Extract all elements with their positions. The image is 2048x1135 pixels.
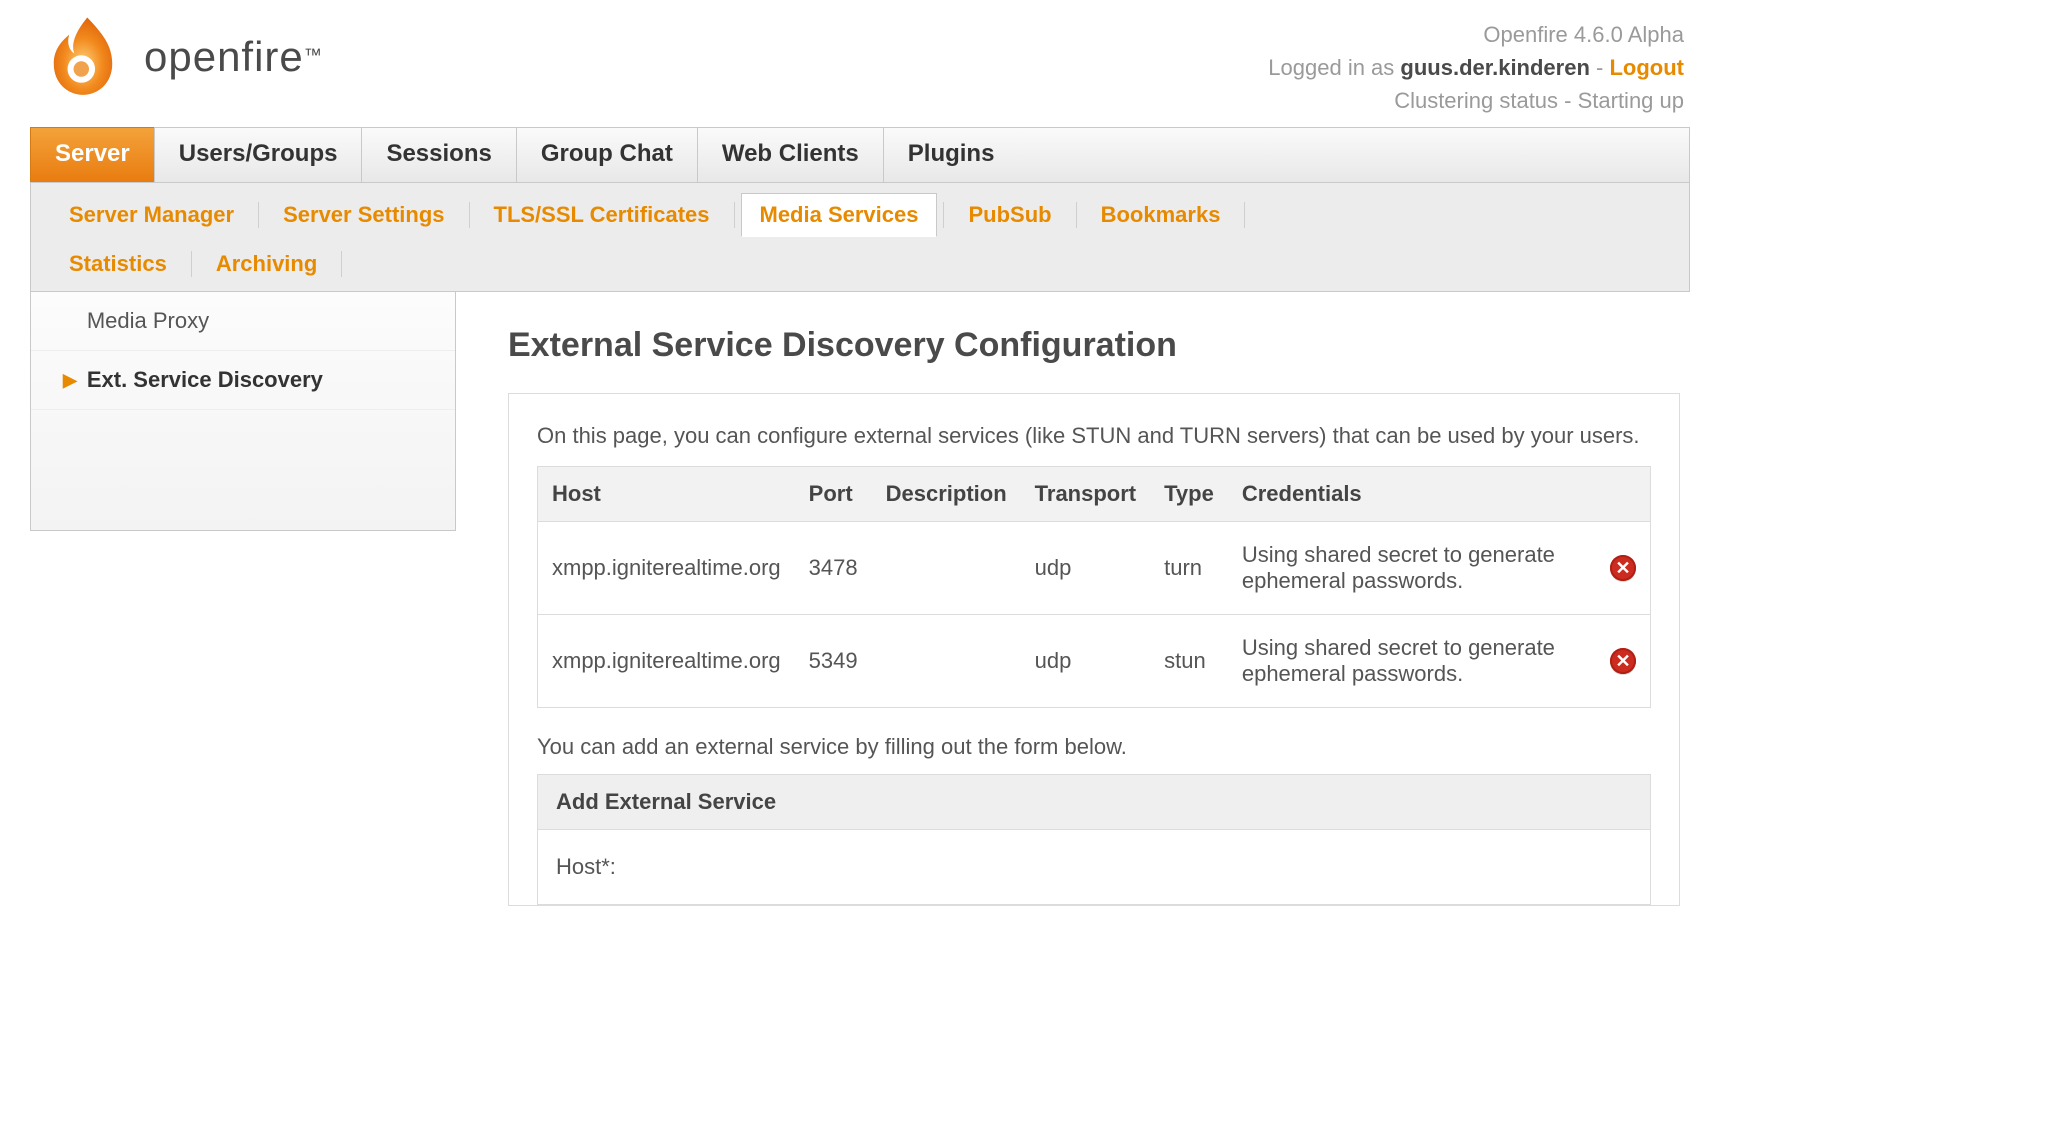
login-line: Logged in as guus.der.kinderen - Logout — [1268, 51, 1684, 84]
cell-credentials: Using shared secret to generate ephemera… — [1228, 614, 1576, 707]
form-host-label: Host*: — [556, 854, 1632, 880]
col-credentials: Credentials — [1228, 466, 1576, 521]
tab-users-groups[interactable]: Users/Groups — [154, 127, 363, 182]
tab-server[interactable]: Server — [30, 127, 155, 182]
cell-description — [872, 614, 1021, 707]
header-status: Openfire 4.6.0 Alpha Logged in as guus.d… — [1268, 14, 1690, 117]
sidebar: ▶ Media Proxy ▶ Ext. Service Discovery — [30, 292, 456, 531]
cell-credentials: Using shared secret to generate ephemera… — [1228, 521, 1576, 614]
tab-group-chat[interactable]: Group Chat — [516, 127, 698, 182]
logout-link[interactable]: Logout — [1609, 55, 1684, 80]
col-description: Description — [872, 466, 1021, 521]
sub-nav: Server Manager Server Settings TLS/SSL C… — [30, 183, 1690, 292]
main-content: External Service Discovery Configuration… — [456, 292, 1690, 906]
divider — [341, 251, 342, 277]
col-actions — [1576, 466, 1651, 521]
cell-type: stun — [1150, 614, 1228, 707]
sidebar-item-ext-service-discovery[interactable]: ▶ Ext. Service Discovery — [31, 351, 455, 410]
cell-host: xmpp.igniterealtime.org — [538, 614, 795, 707]
flame-icon — [40, 14, 126, 100]
add-service-form: Host*: — [537, 829, 1651, 905]
col-host: Host — [538, 466, 795, 521]
delete-icon[interactable]: ✕ — [1610, 648, 1636, 674]
cell-transport: udp — [1021, 521, 1150, 614]
cell-type: turn — [1150, 521, 1228, 614]
subnav-archiving[interactable]: Archiving — [198, 243, 335, 285]
divider — [469, 202, 470, 228]
version-line: Openfire 4.6.0 Alpha — [1268, 18, 1684, 51]
services-table: Host Port Description Transport Type Cre… — [537, 466, 1651, 708]
sidebar-item-media-proxy[interactable]: ▶ Media Proxy — [31, 292, 455, 351]
brand-name: openfire™ — [144, 33, 322, 81]
cell-host: xmpp.igniterealtime.org — [538, 521, 795, 614]
subnav-pubsub[interactable]: PubSub — [950, 194, 1069, 236]
add-service-header: Add External Service — [537, 774, 1651, 829]
table-row: xmpp.igniterealtime.org 3478 udp turn Us… — [538, 521, 1651, 614]
brand-logo: openfire™ — [30, 14, 322, 100]
cell-port: 3478 — [795, 521, 872, 614]
divider — [258, 202, 259, 228]
current-user: guus.der.kinderen — [1400, 55, 1590, 80]
cell-port: 5349 — [795, 614, 872, 707]
divider — [1076, 202, 1077, 228]
sidebar-item-label: Media Proxy — [87, 308, 209, 334]
col-port: Port — [795, 466, 872, 521]
delete-icon[interactable]: ✕ — [1610, 555, 1636, 581]
primary-tabs: Server Users/Groups Sessions Group Chat … — [30, 127, 1690, 183]
subnav-statistics[interactable]: Statistics — [51, 243, 185, 285]
table-row: xmpp.igniterealtime.org 5349 udp stun Us… — [538, 614, 1651, 707]
tab-web-clients[interactable]: Web Clients — [697, 127, 884, 182]
tab-filler — [1018, 127, 1690, 182]
subnav-bookmarks[interactable]: Bookmarks — [1083, 194, 1239, 236]
caret-right-icon: ▶ — [63, 371, 77, 389]
table-header-row: Host Port Description Transport Type Cre… — [538, 466, 1651, 521]
tab-sessions[interactable]: Sessions — [361, 127, 516, 182]
cluster-state: Starting up — [1578, 88, 1684, 113]
page-intro: On this page, you can configure external… — [537, 420, 1651, 452]
cluster-line: Clustering status - Starting up — [1268, 84, 1684, 117]
header-bar: openfire™ Openfire 4.6.0 Alpha Logged in… — [30, 0, 1690, 127]
sidebar-item-label: Ext. Service Discovery — [87, 367, 323, 393]
subnav-media-services[interactable]: Media Services — [741, 193, 938, 237]
add-service-note: You can add an external service by filli… — [537, 734, 1651, 760]
col-transport: Transport — [1021, 466, 1150, 521]
cell-transport: udp — [1021, 614, 1150, 707]
subnav-server-settings[interactable]: Server Settings — [265, 194, 462, 236]
col-type: Type — [1150, 466, 1228, 521]
divider — [943, 202, 944, 228]
divider — [734, 202, 735, 228]
tab-plugins[interactable]: Plugins — [883, 127, 1020, 182]
config-panel: On this page, you can configure external… — [508, 393, 1680, 906]
cell-description — [872, 521, 1021, 614]
divider — [1244, 202, 1245, 228]
divider — [191, 251, 192, 277]
page-title: External Service Discovery Configuration — [508, 326, 1680, 365]
subnav-tls-certificates[interactable]: TLS/SSL Certificates — [476, 194, 728, 236]
subnav-server-manager[interactable]: Server Manager — [51, 194, 252, 236]
